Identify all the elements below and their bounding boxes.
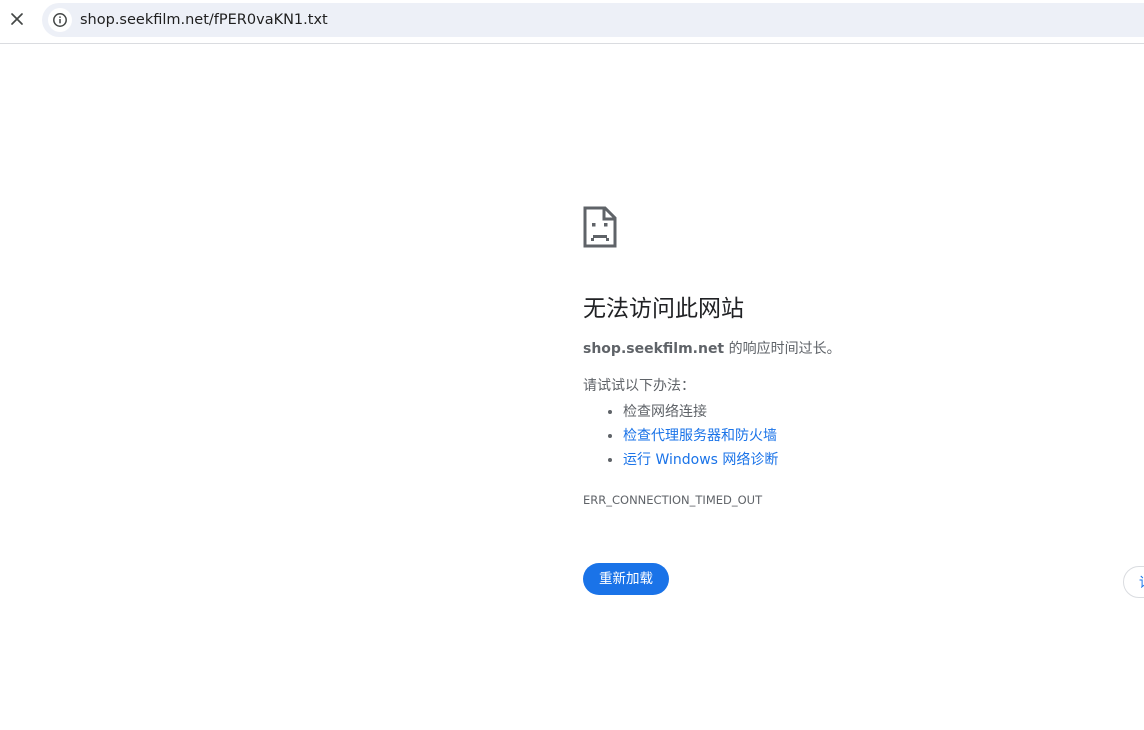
- summary-host: shop.seekfilm.net: [583, 341, 725, 357]
- error-code: ERR_CONNECTION_TIMED_OUT: [583, 493, 763, 507]
- details-button[interactable]: 详细信息: [1123, 566, 1144, 598]
- suggestion-item-network: 检查网络连接: [623, 400, 1123, 424]
- error-summary: shop.seekfilm.net 的响应时间过长。: [583, 339, 1123, 359]
- sad-file-icon: [583, 206, 617, 248]
- suggestion-item-diagnostics: 运行 Windows 网络诊断: [623, 448, 1123, 472]
- reload-button[interactable]: 重新加载: [583, 563, 669, 595]
- info-icon[interactable]: [48, 8, 72, 32]
- error-title: 无法访问此网站: [583, 296, 744, 322]
- error-content: 无法访问此网站 shop.seekfilm.net 的响应时间过长。 请试试以下…: [583, 206, 1123, 595]
- suggestion-item-proxy: 检查代理服务器和防火墙: [623, 424, 1123, 448]
- suggestion-link-diagnostics[interactable]: 运行 Windows 网络诊断: [623, 452, 778, 468]
- browser-toolbar: shop.seekfilm.net/fPER0vaKN1.txt: [0, 0, 1144, 44]
- suggestion-label: 检查网络连接: [623, 404, 707, 420]
- summary-text: 的响应时间过长。: [724, 341, 841, 357]
- address-bar[interactable]: shop.seekfilm.net/fPER0vaKN1.txt: [42, 3, 1144, 37]
- close-icon[interactable]: [5, 7, 29, 31]
- suggestion-link-proxy[interactable]: 检查代理服务器和防火墙: [623, 428, 777, 444]
- url-text[interactable]: shop.seekfilm.net/fPER0vaKN1.txt: [80, 11, 328, 29]
- suggestions-heading: 请试试以下办法：: [583, 378, 695, 394]
- suggestions-list: 检查网络连接 检查代理服务器和防火墙 运行 Windows 网络诊断: [583, 400, 1123, 472]
